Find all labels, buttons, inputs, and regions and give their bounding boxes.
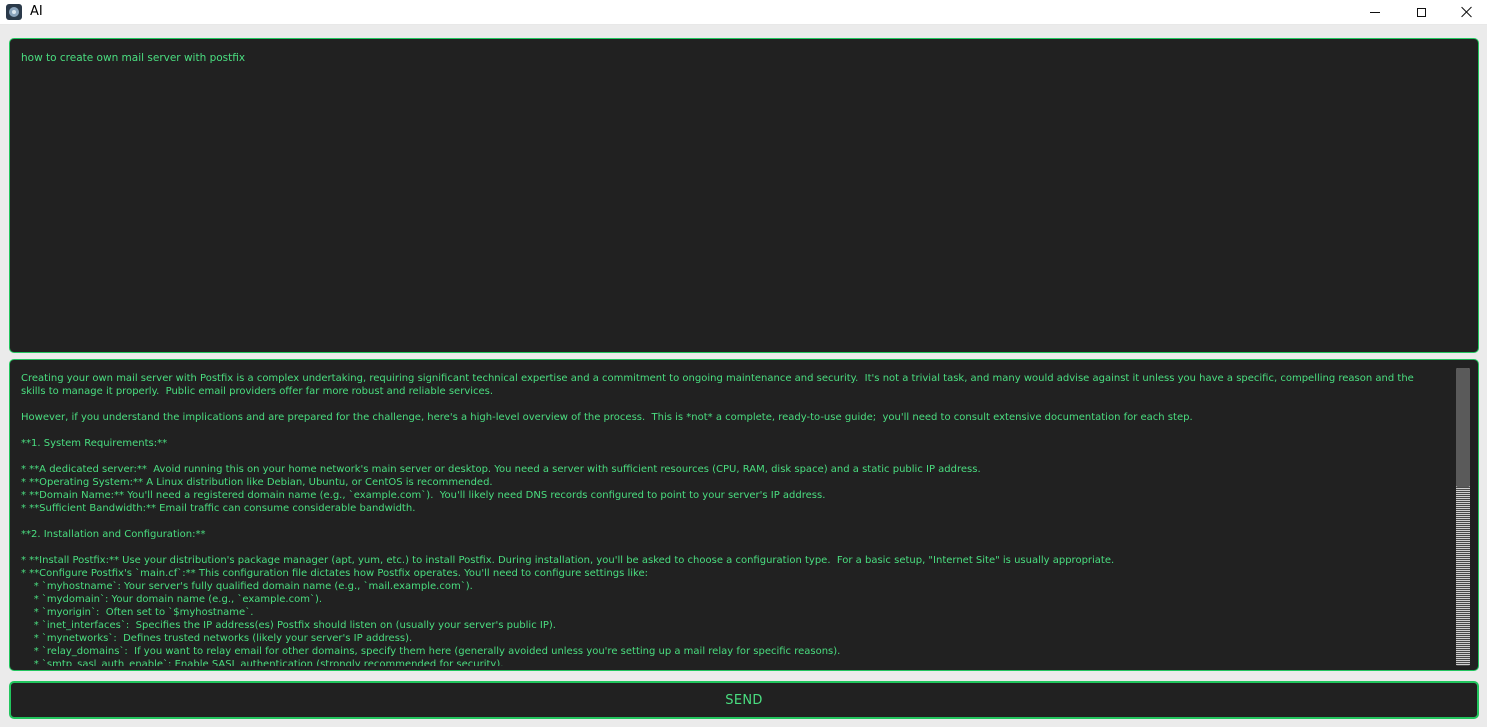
response-line: skills to manage it properly. Public ema… (21, 386, 494, 397)
response-line (21, 541, 1446, 554)
response-line: * **Domain Name:** You'll need a registe… (21, 490, 826, 501)
response-line: * `myhostname`: Your server's fully qual… (21, 581, 473, 592)
response-line: * `mynetworks`: Defines trusted networks… (21, 633, 413, 644)
response-line: Creating your own mail server with Postf… (21, 373, 1414, 384)
maximize-button[interactable] (1398, 0, 1444, 24)
response-line: However, if you understand the implicati… (21, 412, 1193, 423)
response-line: * `mydomain`: Your domain name (e.g., `e… (21, 594, 323, 605)
window-title: AI (30, 4, 43, 19)
response-line: * **Configure Postfix's `main.cf`:** Thi… (21, 568, 648, 579)
response-line (21, 450, 1446, 463)
close-button[interactable] (1444, 0, 1487, 24)
title-bar: AI (0, 0, 1487, 25)
minimize-icon (1370, 11, 1380, 13)
prompt-text[interactable]: how to create own mail server with postf… (21, 51, 245, 65)
response-line (21, 515, 1446, 528)
response-line (21, 398, 1446, 411)
response-line: * `inet_interfaces`: Specifies the IP ad… (21, 620, 556, 631)
response-scrollbar[interactable] (1456, 368, 1470, 666)
response-line: * `myorigin`: Often set to `$myhostname`… (21, 607, 254, 618)
close-icon (1461, 6, 1473, 18)
response-line (21, 424, 1446, 437)
send-button-label: SEND (725, 692, 763, 708)
app-logo-icon (6, 4, 22, 20)
scrollbar-thumb[interactable] (1456, 368, 1470, 487)
response-line: * `relay_domains`: If you want to relay … (21, 646, 841, 657)
response-line: * **Operating System:** A Linux distribu… (21, 477, 493, 488)
response-line: * `smtp_sasl_auth_enable`: Enable SASL a… (21, 659, 504, 666)
send-button[interactable]: SEND (9, 681, 1479, 719)
response-line: * **Install Postfix:** Use your distribu… (21, 555, 1115, 566)
response-text: Creating your own mail server with Postf… (21, 372, 1446, 666)
prompt-input[interactable]: how to create own mail server with postf… (9, 38, 1479, 353)
response-line: * **A dedicated server:** Avoid running … (21, 464, 981, 475)
minimize-button[interactable] (1352, 0, 1398, 24)
response-line: **1. System Requirements:** (21, 438, 168, 449)
maximize-icon (1416, 7, 1426, 17)
response-line: **2. Installation and Configuration:** (21, 529, 206, 540)
window-content: how to create own mail server with postf… (0, 25, 1487, 727)
response-output[interactable]: Creating your own mail server with Postf… (9, 359, 1479, 671)
response-line: * **Sufficient Bandwidth:** Email traffi… (21, 503, 416, 514)
